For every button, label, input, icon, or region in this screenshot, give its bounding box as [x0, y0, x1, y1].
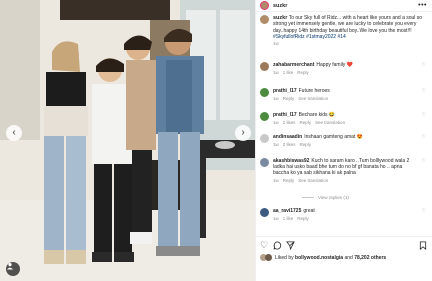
next-photo-button[interactable]: › — [235, 125, 251, 141]
caption-hashtags[interactable]: #SkyfullofRidz #1stmay2022 #14 — [273, 34, 346, 40]
liker-avatar — [265, 254, 272, 261]
share-send-icon[interactable] — [286, 241, 295, 252]
comment-time: 1w — [273, 70, 279, 75]
like-comment-heart-icon[interactable]: ♡ — [422, 208, 426, 214]
comment: aa_ravi1725 great 1w 1 like Reply ♡ — [260, 208, 430, 222]
comment-likes[interactable]: 1 like — [283, 216, 294, 222]
like-comment-heart-icon[interactable]: ♡ — [422, 158, 426, 164]
liked-by-summary: Liked by bollywood.nostalgia and 78,202 … — [260, 254, 386, 261]
caption-time: 1w — [273, 41, 279, 47]
comment: prathi_l17 Future heroes 1w Reply See trans… — [260, 88, 430, 102]
comment-text: Future heroes — [298, 88, 330, 94]
comment-time: 1w — [273, 142, 279, 147]
like-comment-heart-icon[interactable]: ♡ — [422, 112, 426, 118]
caption-text: To our Sky full of Ridz... with a heart … — [273, 15, 423, 34]
reply-button[interactable]: Reply — [283, 96, 295, 102]
like-comment-heart-icon[interactable]: ♡ — [422, 62, 426, 68]
comment: andinsaadin Inshaan gamteng amat 😍 1w 2 li… — [260, 134, 430, 148]
likes-count[interactable]: 78,202 others — [354, 255, 386, 261]
comment-likes[interactable]: 2 likes — [283, 120, 296, 126]
post-caption: suzkr To our Sky full of Ridz... with a … — [260, 15, 430, 47]
author-avatar[interactable] — [260, 1, 269, 10]
instagram-post-view: ‹ › suzkr ••• suzkr To our Sky full of R… — [0, 0, 432, 281]
comment-text: Happy family ❤️ — [316, 62, 353, 68]
comment-time: 1w — [273, 178, 279, 183]
more-options-icon[interactable]: ••• — [418, 2, 427, 9]
reply-button[interactable]: Reply — [297, 216, 309, 222]
like-heart-icon[interactable]: ♡ — [260, 241, 268, 250]
commenter-username[interactable]: aa_ravi1725 — [273, 208, 301, 214]
comment-bubble-icon[interactable] — [273, 241, 282, 252]
like-comment-heart-icon[interactable]: ♡ — [422, 88, 426, 94]
comment-time: 1w — [273, 120, 279, 125]
like-comment-heart-icon[interactable]: ♡ — [422, 134, 426, 140]
tagged-users-button[interactable] — [6, 262, 20, 276]
post-header: suzkr ••• — [256, 0, 432, 12]
commenter-avatar[interactable] — [260, 158, 269, 167]
commenter-username[interactable]: andinsaadin — [273, 134, 302, 140]
post-actions-bar: ♡ Liked by bollywood.nostalgia and 78,20… — [256, 236, 432, 281]
author-username[interactable]: suzkr — [273, 3, 287, 9]
post-photo[interactable]: ‹ › — [0, 0, 255, 281]
comment-text: Inshaan gamteng amat 😍 — [304, 134, 363, 140]
commenter-avatar[interactable] — [260, 208, 269, 217]
comment: akashbiswas92 Kuch to saram karo ..Tum bo… — [260, 158, 430, 184]
caption-username[interactable]: suzkr — [273, 15, 287, 21]
family-photo-illustration — [0, 0, 255, 281]
comment-text: Bechare kids 😂 — [298, 112, 336, 118]
reply-button[interactable]: Reply — [297, 70, 309, 76]
reply-button[interactable]: Reply — [283, 178, 295, 184]
comment-likes[interactable]: 1 like — [283, 70, 294, 76]
comment: zahabarmerchant Happy family ❤️ 1w 1 like R… — [260, 62, 430, 76]
comment-likes[interactable]: 2 likes — [283, 142, 296, 148]
liked-by-and: and — [344, 254, 353, 261]
view-replies-link[interactable]: View replies (1) — [302, 195, 349, 200]
reply-button[interactable]: Reply — [300, 120, 312, 126]
save-bookmark-icon[interactable] — [419, 241, 427, 252]
liked-by-user[interactable]: bollywood.nostalgia — [295, 255, 343, 261]
commenter-username[interactable]: prathi_l17 — [273, 112, 297, 118]
comment-time: 1w — [273, 96, 279, 101]
reply-button[interactable]: Reply — [300, 142, 312, 148]
chevron-right-icon: › — [241, 127, 245, 138]
commenter-avatar[interactable] — [260, 62, 269, 71]
comment: prathi_l17 Bechare kids 😂 1w 2 likes Reply S… — [260, 112, 430, 126]
previous-photo-button[interactable]: ‹ — [6, 125, 22, 141]
caption-avatar[interactable] — [260, 15, 269, 24]
commenter-username[interactable]: prathi_l17 — [273, 88, 297, 94]
see-translation-link[interactable]: See translation — [298, 178, 328, 184]
post-details-panel: suzkr ••• suzkr To our Sky full of Ridz.… — [255, 0, 432, 281]
see-translation-link[interactable]: See translation — [298, 96, 328, 102]
commenter-avatar[interactable] — [260, 134, 269, 143]
commenter-avatar[interactable] — [260, 88, 269, 97]
liked-by-prefix: Liked by — [275, 254, 294, 261]
see-translation-link[interactable]: See translation — [315, 120, 345, 126]
user-icon — [7, 263, 13, 270]
commenter-username[interactable]: zahabarmerchant — [273, 62, 314, 68]
commenter-avatar[interactable] — [260, 112, 269, 121]
comment-text: great — [303, 208, 315, 214]
caption-body: suzkr To our Sky full of Ridz... with a … — [273, 15, 430, 47]
comment-time: 1w — [273, 216, 279, 221]
chevron-left-icon: ‹ — [12, 127, 16, 138]
